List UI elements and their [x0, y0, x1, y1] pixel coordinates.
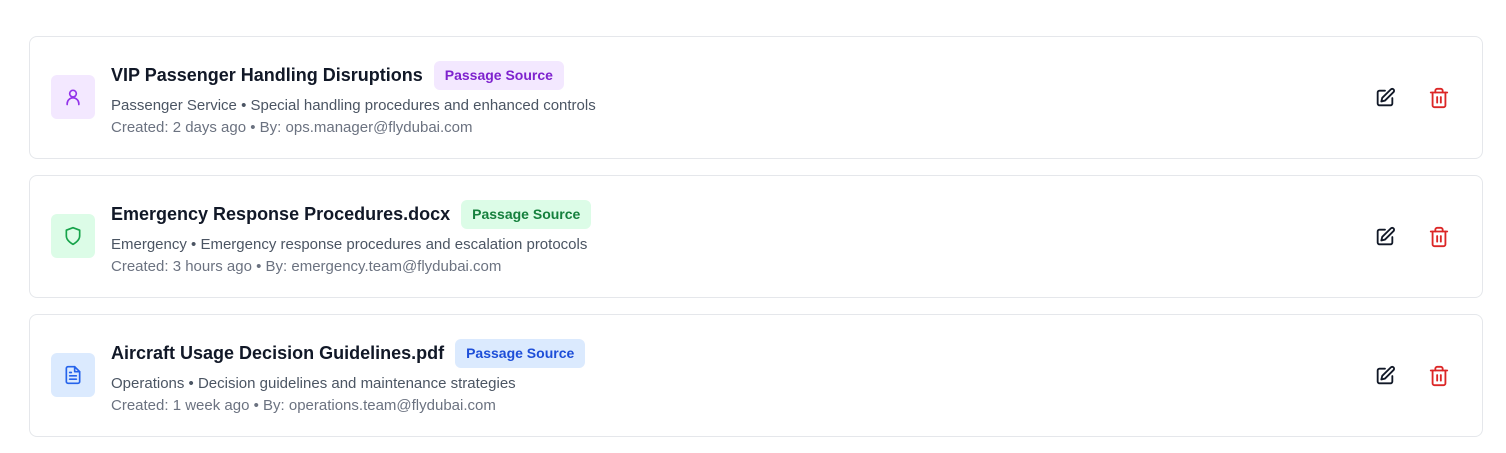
edit-button[interactable]: [1368, 220, 1402, 254]
document-type-icon-box: [51, 75, 95, 119]
document-info: VIP Passenger Handling Disruptions Passa…: [111, 60, 596, 138]
delete-button[interactable]: [1422, 81, 1456, 115]
title-row: Emergency Response Procedures.docx Passa…: [111, 199, 592, 229]
document-list: VIP Passenger Handling Disruptions Passa…: [29, 36, 1483, 453]
document-meta: Created: 3 hours ago • By: emergency.tea…: [111, 258, 502, 275]
document-info: Emergency Response Procedures.docx Passa…: [111, 199, 592, 277]
card-actions: [1368, 81, 1456, 115]
document-type-icon-box: [51, 353, 95, 397]
document-title: VIP Passenger Handling Disruptions: [111, 64, 423, 85]
source-badge: Passage Source: [433, 60, 564, 90]
document-meta: Created: 1 week ago • By: operations.tea…: [111, 397, 496, 414]
document-title: Emergency Response Procedures.docx: [111, 203, 451, 224]
edit-button[interactable]: [1368, 81, 1402, 115]
delete-button[interactable]: [1422, 359, 1456, 393]
document-type-icon-box: [51, 214, 95, 258]
trash-icon: [1429, 365, 1449, 387]
document-card[interactable]: VIP Passenger Handling Disruptions Passa…: [29, 36, 1483, 159]
document-title: Aircraft Usage Decision Guidelines.pdf: [111, 342, 445, 363]
shield-icon: [65, 226, 81, 246]
source-badge: Passage Source: [461, 199, 592, 229]
edit-icon: [1376, 365, 1395, 385]
card-actions: [1368, 220, 1456, 254]
trash-icon: [1429, 87, 1449, 109]
trash-icon: [1429, 226, 1449, 248]
edit-icon: [1376, 226, 1395, 246]
document-info: Aircraft Usage Decision Guidelines.pdf P…: [111, 338, 586, 416]
title-row: VIP Passenger Handling Disruptions Passa…: [111, 60, 596, 90]
document-description: Passenger Service • Special handling pro…: [111, 97, 596, 114]
delete-button[interactable]: [1422, 220, 1456, 254]
user-icon: [66, 89, 80, 106]
card-actions: [1368, 359, 1456, 393]
document-description: Emergency • Emergency response procedure…: [111, 236, 588, 253]
document-description: Operations • Decision guidelines and mai…: [111, 375, 516, 392]
document-card[interactable]: Aircraft Usage Decision Guidelines.pdf P…: [29, 314, 1483, 437]
edit-icon: [1376, 87, 1395, 107]
source-badge: Passage Source: [455, 338, 586, 368]
file-text-icon: [65, 365, 81, 385]
edit-button[interactable]: [1368, 359, 1402, 393]
title-row: Aircraft Usage Decision Guidelines.pdf P…: [111, 338, 586, 368]
document-meta: Created: 2 days ago • By: ops.manager@fl…: [111, 119, 473, 136]
document-card[interactable]: Emergency Response Procedures.docx Passa…: [29, 175, 1483, 298]
